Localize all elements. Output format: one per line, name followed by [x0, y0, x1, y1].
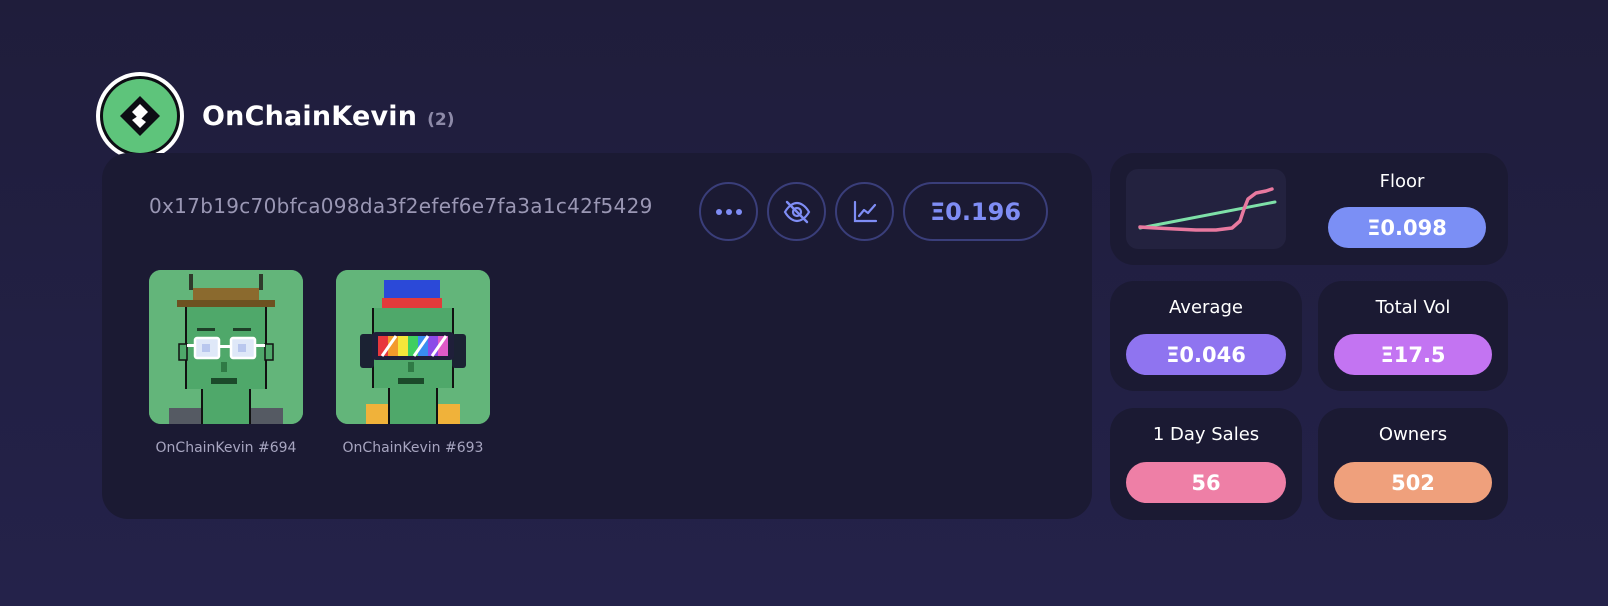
average-label: Average — [1169, 297, 1243, 318]
nft-693-artwork — [336, 270, 490, 424]
wallet-value-button[interactable]: Ξ0.196 — [903, 182, 1048, 241]
day-sales-card: 1 Day Sales 56 — [1110, 408, 1302, 520]
floor-label: Floor — [1379, 171, 1425, 192]
more-icon — [715, 208, 742, 215]
total-vol-value: Ξ17.5 — [1334, 334, 1492, 375]
wallet-card: 0x17b19c70bfca098da3f2efef6e7fa3a1c42f54… — [102, 153, 1092, 519]
hide-button[interactable] — [767, 182, 826, 241]
floor-sparkline[interactable] — [1126, 169, 1286, 249]
collection-logo-icon — [120, 96, 160, 136]
nft-card[interactable]: OnChainKevin #693 — [336, 270, 490, 456]
chart-button[interactable] — [835, 182, 894, 241]
owners-value: 502 — [1334, 462, 1492, 503]
more-button[interactable] — [699, 182, 758, 241]
day-sales-value: 56 — [1126, 462, 1286, 503]
collection-logo[interactable] — [96, 72, 184, 160]
wallet-address[interactable]: 0x17b19c70bfca098da3f2efef6e7fa3a1c42f54… — [149, 194, 653, 218]
collection-header: OnChainKevin (2) — [96, 72, 455, 160]
sparkline-chart — [1138, 187, 1277, 232]
nft-image[interactable] — [336, 270, 490, 424]
owners-label: Owners — [1378, 424, 1448, 445]
day-sales-label: 1 Day Sales — [1152, 424, 1260, 445]
nft-grid: OnChainKevin #694 OnChainKevin #693 — [149, 270, 490, 456]
nft-image[interactable] — [149, 270, 303, 424]
eye-off-icon — [783, 200, 810, 223]
total-vol-label: Total Vol — [1375, 297, 1451, 318]
floor-card: Floor Ξ0.098 — [1110, 153, 1508, 265]
nft-caption[interactable]: OnChainKevin #694 — [149, 440, 303, 456]
nft-card[interactable]: OnChainKevin #694 — [149, 270, 303, 456]
chart-icon — [853, 200, 877, 222]
total-vol-card: Total Vol Ξ17.5 — [1318, 281, 1508, 391]
nft-694-artwork — [149, 270, 303, 424]
sparkline-trend-line — [1138, 200, 1277, 230]
floor-value: Ξ0.098 — [1328, 207, 1486, 248]
wallet-actions: Ξ0.196 — [699, 182, 1048, 241]
owners-card: Owners 502 — [1318, 408, 1508, 520]
average-value: Ξ0.046 — [1126, 334, 1286, 375]
collection-name[interactable]: OnChainKevin — [202, 101, 417, 132]
collection-count: (2) — [427, 110, 455, 130]
average-card: Average Ξ0.046 — [1110, 281, 1302, 391]
nft-caption[interactable]: OnChainKevin #693 — [336, 440, 490, 456]
